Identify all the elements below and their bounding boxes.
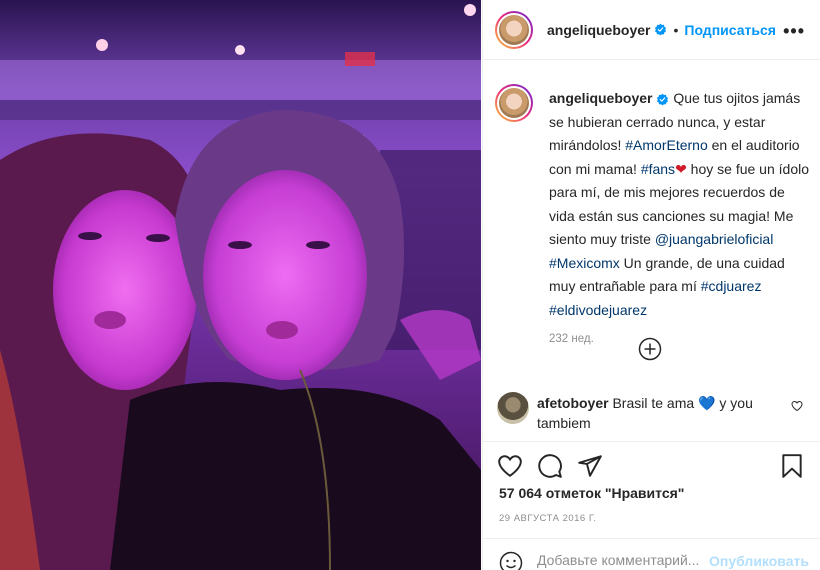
- heart-outline-icon[interactable]: [497, 453, 523, 479]
- verified-badge-icon: [655, 23, 667, 36]
- comment-segment: Brasil te ama: [608, 395, 699, 411]
- post-photo[interactable]: [0, 0, 481, 570]
- speech-bubble-icon[interactable]: [537, 453, 563, 479]
- more-options-icon[interactable]: •••: [783, 21, 805, 42]
- commenter-avatar[interactable]: [497, 392, 529, 424]
- publish-button[interactable]: Опубликовать: [709, 553, 809, 569]
- verified-badge-icon: [657, 93, 669, 106]
- hashtag-link[interactable]: #fans: [641, 161, 675, 177]
- caption-text: angeliqueboyer Que tus ojitos jamás se h…: [549, 87, 813, 322]
- comment-input[interactable]: [537, 552, 705, 568]
- caption-timestamp: 232 нед.: [549, 333, 594, 345]
- author-avatar[interactable]: [495, 10, 533, 49]
- hashtag-link[interactable]: #Mexicomx: [549, 255, 620, 271]
- commenter-username[interactable]: afetoboyer: [537, 395, 609, 411]
- action-bar: [483, 441, 820, 491]
- caption-author-avatar[interactable]: [495, 84, 533, 122]
- red-heart-emoji: ❤: [675, 160, 687, 177]
- smiley-icon[interactable]: [499, 551, 523, 570]
- hashtag-link[interactable]: #AmorEterno: [625, 137, 707, 153]
- paper-plane-icon[interactable]: [577, 453, 603, 479]
- post-details-panel: angeliqueboyer • Подписаться ••• angeliq…: [482, 0, 820, 570]
- blue-heart-emoji: 💙: [698, 395, 716, 411]
- post-header: angeliqueboyer • Подписаться •••: [483, 0, 820, 60]
- follow-button[interactable]: Подписаться: [684, 22, 776, 38]
- author-username[interactable]: angeliqueboyer: [547, 22, 650, 38]
- hashtag-link[interactable]: #cdjuarez: [701, 278, 762, 294]
- caption-username[interactable]: angeliqueboyer: [549, 90, 652, 106]
- post-caption: angeliqueboyer Que tus ojitos jamás se h…: [495, 84, 813, 345]
- comment-like-icon[interactable]: [791, 400, 803, 412]
- comment-text: afetoboyer Brasil te ama 💙 y you tambiem: [537, 392, 777, 433]
- separator-dot: •: [673, 21, 679, 38]
- add-comment-bar: Опубликовать: [483, 538, 820, 570]
- comment-item: afetoboyer Brasil te ama 💙 y you tambiem: [497, 392, 817, 433]
- post-date: 29 АВГУСТА 2016 Г.: [499, 513, 597, 524]
- likes-count[interactable]: 57 064 отметок "Нравится": [499, 485, 684, 501]
- plus-circle-icon[interactable]: [638, 337, 662, 361]
- hashtag-link[interactable]: #eldivodejuarez: [549, 302, 647, 318]
- bookmark-icon[interactable]: [779, 453, 805, 479]
- mention-link[interactable]: @juangabrieloficial: [655, 231, 774, 247]
